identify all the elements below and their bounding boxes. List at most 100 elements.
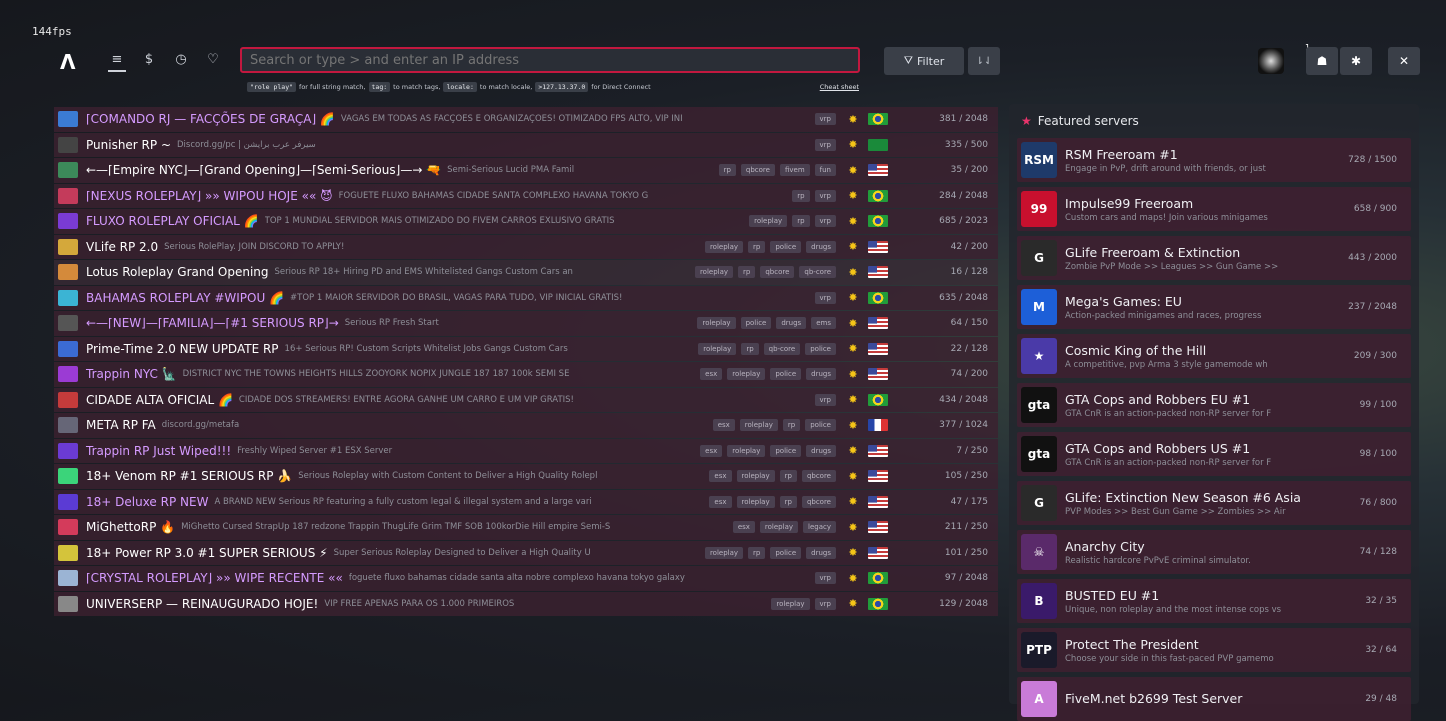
tag[interactable]: rp <box>748 546 766 559</box>
tag[interactable]: qbcore <box>801 470 836 483</box>
featured-server[interactable]: A FiveM.net b2699 Test Server 29 / 48 <box>1017 677 1411 721</box>
tag[interactable]: drugs <box>806 368 836 381</box>
tag[interactable]: vrp <box>814 393 836 406</box>
tag[interactable]: roleplay <box>704 240 744 253</box>
tag[interactable]: qbcore <box>801 495 836 508</box>
tag[interactable]: police <box>770 444 802 457</box>
tag[interactable]: police <box>805 342 836 355</box>
tag[interactable]: roleplay <box>759 521 799 534</box>
tag[interactable]: fivem <box>779 164 810 177</box>
tag[interactable]: drugs <box>806 240 836 253</box>
tag[interactable]: drugs <box>806 444 836 457</box>
featured-server[interactable]: gta GTA Cops and Robbers EU #1 GTA CnR is … <box>1017 383 1411 427</box>
settings-button[interactable]: ✱ <box>1340 47 1372 75</box>
tag[interactable]: roleplay <box>704 546 744 559</box>
tag[interactable]: roleplay <box>749 215 788 228</box>
server-row[interactable]: MiGhettoRP 🔥 MiGhetto Cursed StrapUp 187 … <box>54 515 998 540</box>
history-icon[interactable]: ◷ <box>172 52 190 72</box>
tag[interactable]: legacy <box>803 521 836 534</box>
featured-server[interactable]: 99 Impulse99 Freeroam Custom cars and maps… <box>1017 187 1411 231</box>
premium-icon[interactable]: $ <box>140 52 158 72</box>
tag[interactable]: roleplay <box>697 317 736 330</box>
featured-server[interactable]: PTP Protect The President Choose your side… <box>1017 628 1411 672</box>
server-row[interactable]: ←—⌈Empire NYC⌋—⌈Grand Opening⌋—⌈Semi-Ser… <box>54 158 998 183</box>
tag[interactable]: fun <box>814 164 836 177</box>
tag[interactable]: rp <box>782 419 801 432</box>
tag[interactable]: police <box>740 317 772 330</box>
tag[interactable]: roleplay <box>694 266 734 279</box>
tag[interactable]: rp <box>779 470 797 483</box>
server-row[interactable]: ⌈COMANDO RJ — FACÇÕES DE GRAÇA⌋ 🌈 VAGAS E… <box>54 107 998 132</box>
server-row[interactable]: META RP FA discord.gg/metafa esx roleplay rp… <box>54 413 998 438</box>
server-row[interactable]: 18+ Deluxe RP NEW A BRAND NEW Serious RP … <box>54 489 998 514</box>
server-row[interactable]: Lotus Roleplay Grand Opening Serious RP 1… <box>54 260 998 285</box>
tag[interactable]: qb-core <box>763 342 801 355</box>
tag[interactable]: esx <box>709 470 732 483</box>
featured-server[interactable]: gta GTA Cops and Robbers US #1 GTA CnR is … <box>1017 432 1411 476</box>
tag[interactable]: esx <box>712 419 735 432</box>
tag[interactable]: roleplay <box>727 444 766 457</box>
server-row[interactable]: 18+ Power RP 3.0 #1 SUPER SERIOUS ⚡ Super… <box>54 540 998 565</box>
server-row[interactable]: BAHAMAS ROLEPLAY #WIPOU 🌈 #TOP 1 MAIOR SE… <box>54 285 998 310</box>
tag[interactable]: vrp <box>814 597 836 610</box>
server-row[interactable]: ←—⌈NEW⌋—⌈FAMILIA⌋—⌈#1 SERIOUS RP⌋→ Seriou… <box>54 311 998 336</box>
tag[interactable]: vrp <box>814 291 836 304</box>
tag[interactable]: ems <box>811 317 836 330</box>
server-row[interactable]: Prime-Time 2.0 NEW UPDATE RP 16+ Serious … <box>54 336 998 361</box>
tag[interactable]: esx <box>732 521 755 534</box>
featured-server[interactable]: G GLife Freeroam & Extinction Zombie PvP M… <box>1017 236 1411 280</box>
server-row[interactable]: ⌈NEXUS ROLEPLAY⌋ »» WIPOU HOJE «« 😈 FOGUE… <box>54 183 998 208</box>
tag[interactable]: police <box>805 419 836 432</box>
tag[interactable]: drugs <box>776 317 807 330</box>
tag[interactable]: qb-core <box>799 266 836 279</box>
cheat-sheet-link[interactable]: Cheat sheet <box>820 83 859 91</box>
server-row[interactable]: ⌈CRYSTAL ROLEPLAY⌋ »» WIPE RECENTE «« fog… <box>54 566 998 591</box>
favorites-icon[interactable]: ♡ <box>204 52 222 72</box>
tag[interactable]: police <box>770 240 802 253</box>
close-button[interactable]: ✕ <box>1388 47 1420 75</box>
app-logo[interactable]: Λ <box>60 50 75 74</box>
server-row[interactable]: CIDADE ALTA OFICIAL 🌈 CIDADE DOS STREAMER… <box>54 387 998 412</box>
featured-server[interactable]: M Mega's Games: EU Action-packed minigames… <box>1017 285 1411 329</box>
featured-server[interactable]: G GLife: Extinction New Season #6 Asia PVP… <box>1017 481 1411 525</box>
tag[interactable]: rp <box>748 240 766 253</box>
tag[interactable]: vrp <box>814 113 836 126</box>
featured-server[interactable]: ☠ Anarchy City Realistic hardcore PvPvE cr… <box>1017 530 1411 574</box>
notification-button[interactable]: ☗ <box>1306 47 1338 75</box>
tag[interactable]: roleplay <box>698 342 737 355</box>
tag[interactable]: vrp <box>814 572 836 585</box>
tag[interactable]: esx <box>709 495 732 508</box>
tag[interactable]: rp <box>738 266 756 279</box>
tag[interactable]: vrp <box>814 215 836 228</box>
tag[interactable]: roleplay <box>736 470 775 483</box>
featured-server[interactable]: ★ Cosmic King of the Hill A competitive, p… <box>1017 334 1411 378</box>
server-row[interactable]: VLife RP 2.0 Serious RolePlay. JOIN DISCO… <box>54 234 998 259</box>
server-row[interactable]: Trappin RP Just Wiped!!! Freshly Wiped Se… <box>54 438 998 463</box>
sort-button[interactable]: ⇂⇃ <box>968 47 1000 75</box>
tag[interactable]: roleplay <box>727 368 766 381</box>
server-row[interactable]: FLUXO ROLEPLAY OFICIAL 🌈 TOP 1 MUNDIAL SE… <box>54 209 998 234</box>
tag[interactable]: roleplay <box>736 495 775 508</box>
server-row[interactable]: 18+ Venom RP #1 SERIOUS RP 🍌 Serious Role… <box>54 464 998 489</box>
tag[interactable]: rp <box>779 495 797 508</box>
tag[interactable]: drugs <box>806 546 836 559</box>
avatar[interactable] <box>1258 48 1284 74</box>
tag[interactable]: vrp <box>814 189 836 202</box>
tag[interactable]: police <box>770 368 802 381</box>
tag[interactable]: roleplay <box>771 597 810 610</box>
tag[interactable]: rp <box>718 164 736 177</box>
tag[interactable]: esx <box>700 368 723 381</box>
server-row[interactable]: UNIVERSERP — REINAUGURADO HOJE! VIP FREE … <box>54 591 998 616</box>
server-row[interactable]: Trappin NYC 🗽 DISTRICT NYC THE TOWNS HEIG… <box>54 362 998 387</box>
tag[interactable]: roleplay <box>739 419 778 432</box>
search-input[interactable] <box>240 47 860 73</box>
featured-server[interactable]: RSM RSM Freeroam #1 Engage in PvP, drift a… <box>1017 138 1411 182</box>
tag[interactable]: qbcore <box>760 266 795 279</box>
tag[interactable]: vrp <box>814 138 836 151</box>
server-row[interactable]: Punisher RP ~ Discord.gg/pc | سيرفر عرب ب… <box>54 132 998 157</box>
filter-button[interactable]: ⛛ Filter <box>884 47 964 75</box>
tag[interactable]: rp <box>792 215 810 228</box>
tag[interactable]: rp <box>792 189 810 202</box>
server-list-icon[interactable]: ≡ <box>108 52 126 72</box>
tag[interactable]: qbcore <box>740 164 775 177</box>
